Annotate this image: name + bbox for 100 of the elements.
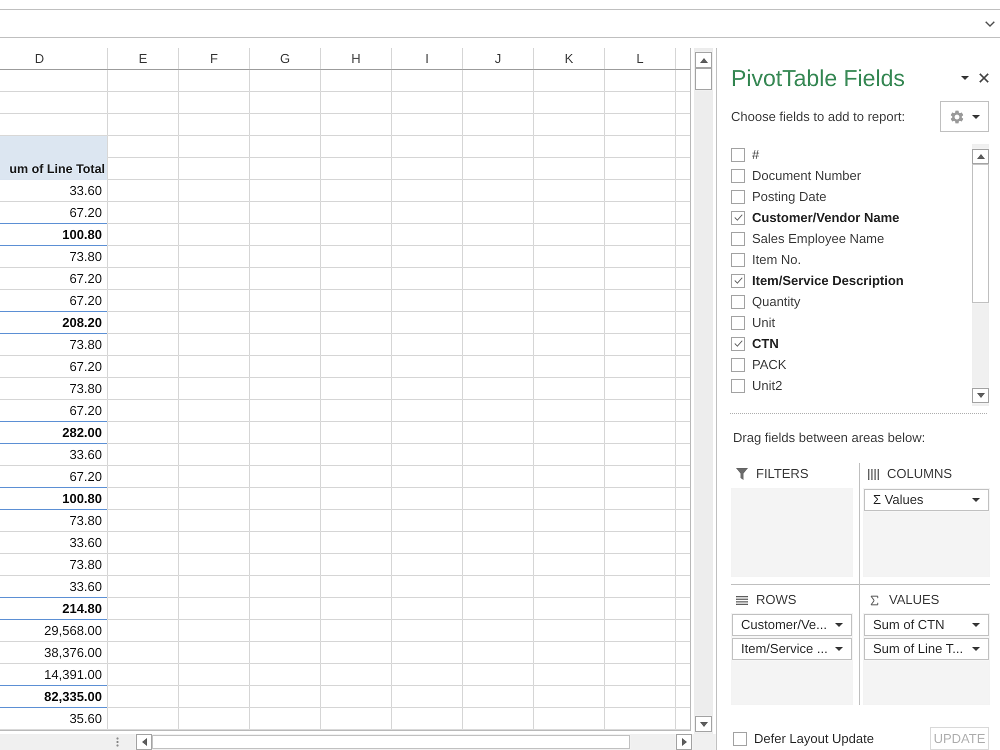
scroll-up-button[interactable] xyxy=(695,52,712,68)
settings-button[interactable] xyxy=(940,101,989,132)
field-button[interactable]: Sum of Line T... xyxy=(864,638,989,660)
field-label[interactable]: CTN xyxy=(752,334,779,354)
triangle-down-icon xyxy=(700,722,708,726)
checkbox[interactable] xyxy=(731,232,745,246)
rows-icon xyxy=(736,596,748,604)
scrollbar-thumb[interactable] xyxy=(152,735,630,749)
table-cell: 67.20 xyxy=(0,290,107,312)
checkbox[interactable] xyxy=(731,358,745,372)
column-header[interactable]: I xyxy=(392,48,463,69)
triangle-right-icon xyxy=(682,738,686,746)
table-cell-text: 29,568.00 xyxy=(43,622,103,640)
table-cell-text: 73.80 xyxy=(68,556,103,574)
field-label[interactable]: Posting Date xyxy=(752,186,826,206)
settings-icon xyxy=(949,108,965,124)
field-button[interactable]: Item/Service ... xyxy=(732,638,852,660)
checkbox[interactable] xyxy=(731,378,745,392)
scrollbar-thumb[interactable] xyxy=(695,68,712,90)
field-label[interactable]: PACK xyxy=(752,354,786,374)
drop-area[interactable]: Σ Values xyxy=(863,488,990,577)
field-label[interactable]: Customer/Vendor Name xyxy=(752,208,900,228)
scroll-down-button[interactable] xyxy=(695,716,712,732)
panel-title: PivotTable Fields xyxy=(731,64,906,93)
scroll-left-button[interactable] xyxy=(136,734,152,750)
checkbox[interactable] xyxy=(731,316,745,330)
list-scrollbar-track[interactable] xyxy=(972,144,989,406)
checkbox[interactable] xyxy=(731,190,745,204)
close-icon xyxy=(979,73,989,83)
checkbox[interactable] xyxy=(731,148,745,162)
table-cell-text: 73.80 xyxy=(68,248,103,266)
scroll-down-button[interactable] xyxy=(972,388,989,403)
checkmark-icon xyxy=(734,277,742,284)
expand-formula-bar-button[interactable] xyxy=(980,9,1000,38)
table-cell-text: 33.60 xyxy=(68,446,103,464)
checkbox[interactable] xyxy=(733,732,747,746)
subtotal-cell: 214.80 xyxy=(0,598,107,620)
field-button[interactable]: Customer/Ve... xyxy=(732,614,852,636)
field-label[interactable]: # xyxy=(752,144,760,164)
area-label: COLUMNS xyxy=(887,465,952,484)
formula-bar-field[interactable] xyxy=(0,9,980,38)
subtotal-cell: 208.20 xyxy=(0,312,107,334)
chevron-down-icon xyxy=(985,20,995,26)
scrollbar-thumb[interactable] xyxy=(972,164,989,303)
table-cell-text: 73.80 xyxy=(68,336,103,354)
column-header[interactable]: D xyxy=(0,48,108,69)
triangle-up-icon xyxy=(976,154,984,159)
table-cell-text: 67.20 xyxy=(68,358,103,376)
field-label[interactable]: Unit2 xyxy=(752,376,782,396)
checkbox-label[interactable]: Defer Layout Update xyxy=(754,728,874,748)
areas-hint: Drag fields between areas below: xyxy=(732,430,926,446)
sigma-icon xyxy=(868,594,881,606)
caret-icon xyxy=(835,647,843,651)
caret-icon xyxy=(972,114,980,118)
table-cell-text: 33.60 xyxy=(68,534,103,552)
checkbox[interactable] xyxy=(731,168,745,182)
subtotal-cell: 100.80 xyxy=(0,488,107,510)
field-label[interactable]: Document Number xyxy=(752,166,862,186)
field-label[interactable]: Item/Service Description xyxy=(752,270,904,290)
caret-icon xyxy=(972,623,980,627)
column-header[interactable]: G xyxy=(250,48,321,69)
checkmark-icon xyxy=(734,214,742,221)
triangle-left-icon xyxy=(142,738,146,746)
column-header[interactable]: J xyxy=(463,48,534,69)
field-label[interactable]: Sales Employee Name xyxy=(752,228,884,248)
checkbox[interactable] xyxy=(731,210,745,224)
splitter-icon[interactable] xyxy=(116,737,119,747)
column-header[interactable]: E xyxy=(108,48,179,69)
checkbox[interactable] xyxy=(731,336,745,350)
checkbox[interactable] xyxy=(731,294,745,308)
filter-icon xyxy=(736,468,748,480)
field-button[interactable]: Σ Values xyxy=(864,489,989,511)
close-button[interactable] xyxy=(977,71,991,85)
column-header[interactable]: H xyxy=(321,48,392,69)
subtotal-cell: 82,335.00 xyxy=(0,686,107,708)
field-button[interactable]: Sum of CTN xyxy=(864,614,989,636)
checkmark-icon xyxy=(734,340,742,347)
area-label: VALUES xyxy=(889,591,940,610)
column-header[interactable]: K xyxy=(534,48,605,69)
table-cell-text: 73.80 xyxy=(68,512,103,530)
subtotal-cell: 282.00 xyxy=(0,422,107,444)
field-label[interactable]: Unit xyxy=(752,312,776,332)
caret-icon xyxy=(972,647,980,651)
scroll-right-button[interactable] xyxy=(676,734,692,750)
table-cell: 33.60 xyxy=(0,576,107,598)
drop-area[interactable]: Customer/Ve... Item/Service ... xyxy=(731,613,853,705)
column-header[interactable]: L xyxy=(605,48,676,69)
table-cell: 14,391.00 xyxy=(0,664,107,686)
table-cell: 67.20 xyxy=(0,202,107,224)
table-cell-text: 38,376.00 xyxy=(43,644,103,662)
table-cell-text: 73.80 xyxy=(68,380,103,398)
field-label[interactable]: Quantity xyxy=(752,292,800,312)
checkbox[interactable] xyxy=(731,274,745,288)
area-label: FILTERS xyxy=(756,465,808,484)
checkbox[interactable] xyxy=(731,252,745,266)
vertical-scrollbar-track[interactable] xyxy=(694,48,713,734)
scroll-up-button[interactable] xyxy=(972,149,989,164)
column-header[interactable]: F xyxy=(179,48,250,69)
drop-area[interactable]: Sum of CTN Sum of Line T... xyxy=(863,613,990,705)
field-label[interactable]: Item No. xyxy=(752,250,802,270)
